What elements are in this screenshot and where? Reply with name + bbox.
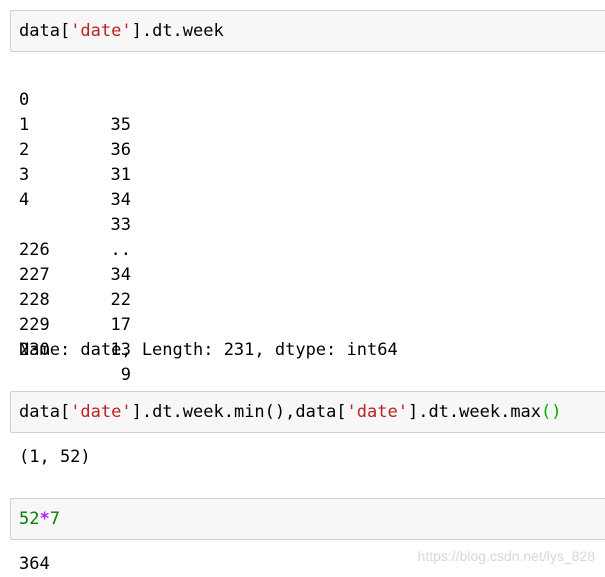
- output-row: 4 33: [19, 163, 131, 235]
- output-row: 228 17: [19, 263, 131, 335]
- output-row: 1 36: [19, 88, 131, 160]
- row-value: 34: [110, 190, 131, 210]
- number-literal: 52: [19, 509, 40, 529]
- row-value: 35: [110, 115, 131, 135]
- code-text: ].dt.week.max: [407, 402, 542, 422]
- code-cell-3-input[interactable]: 52*7: [10, 498, 605, 540]
- row-value: 17: [110, 315, 131, 335]
- output-row: 229 13: [19, 288, 131, 360]
- string-literal: 'date': [70, 402, 132, 422]
- number-literal: 7: [49, 509, 60, 529]
- code-cell-1-input[interactable]: data['date'].dt.week: [10, 10, 605, 52]
- output-row: 3 34: [19, 138, 131, 210]
- output-row: 2 31: [19, 113, 131, 185]
- output-ellipsis-row: ..: [19, 188, 131, 260]
- row-value: 33: [110, 215, 131, 235]
- code-cell-3-output: 364: [19, 554, 50, 574]
- code-text: ].dt.week.min(),data[: [131, 402, 347, 422]
- row-value: 22: [110, 290, 131, 310]
- output-row: 0 35: [19, 63, 131, 135]
- code-text: ].dt.week: [131, 21, 224, 41]
- code-text: data[: [19, 21, 71, 41]
- output-row: 227 22: [19, 238, 131, 310]
- watermark: https://blog.csdn.net/lys_828: [417, 548, 595, 564]
- row-value: 31: [110, 165, 131, 185]
- output-footer: Name: date, Length: 231, dtype: int64: [19, 340, 398, 360]
- string-literal: 'date': [70, 21, 132, 41]
- code-text: data[: [19, 402, 71, 422]
- string-literal: 'date': [346, 402, 408, 422]
- matched-parentheses: (): [541, 402, 562, 422]
- row-value: 9: [120, 365, 131, 385]
- operator: *: [39, 509, 50, 529]
- output-row: 230 9: [19, 313, 131, 385]
- row-value: 34: [110, 265, 131, 285]
- output-row: 226 34: [19, 213, 131, 285]
- code-cell-2-input[interactable]: data['date'].dt.week.min(),data['date'].…: [10, 391, 605, 433]
- row-value: 36: [110, 140, 131, 160]
- row-value: ..: [110, 240, 131, 260]
- code-cell-2-output: (1, 52): [19, 447, 91, 467]
